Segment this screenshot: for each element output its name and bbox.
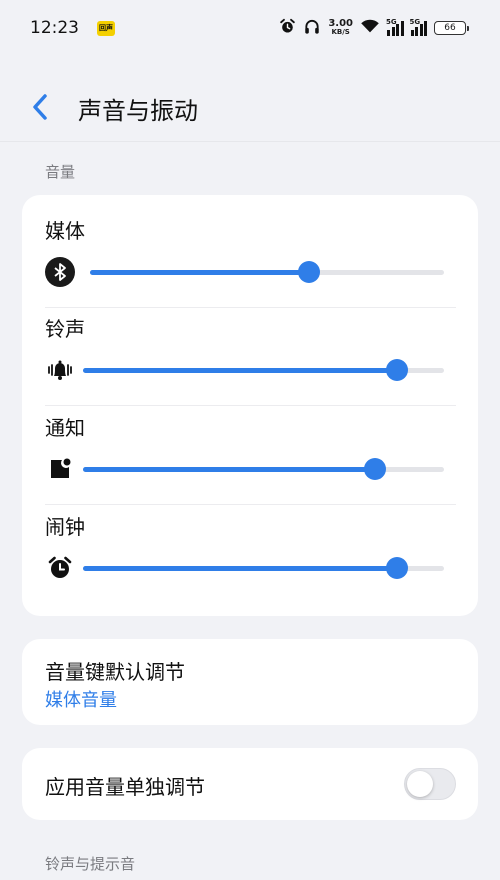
app-volume-toggle[interactable] [404,768,456,800]
volume-label: 闹钟 [45,515,85,539]
volume-label: 铃声 [45,317,85,341]
net-speed-unit: KB/S [331,28,350,36]
alarm-clock-icon[interactable] [45,553,75,583]
page-title: 声音与振动 [78,97,198,125]
signal-icon: 5G [409,18,427,36]
signal-tag: 5G [386,18,397,26]
net-speed: 3.00 KB/S [328,18,353,37]
app-volume-setting: 应用音量单独调节 [22,748,478,820]
status-icons: 3.00 KB/S 5G 5G 66 [279,16,469,40]
page-header: 声音与振动 [0,72,500,142]
volume-row-ringtone: 铃声 [22,293,478,392]
volume-row-notification: 通知 [22,392,478,491]
status-time: 12:23 [30,18,79,38]
section-label-ringtone: 铃声与提示音 [45,855,136,873]
notification-volume-slider[interactable] [83,458,444,480]
volume-label: 媒体 [45,219,85,243]
media-volume-slider[interactable] [90,261,444,283]
section-label-volume: 音量 [45,163,76,181]
volume-key-setting[interactable]: 音量键默认调节 媒体音量 [22,639,478,725]
slider-fill [90,269,310,275]
ringtone-volume-slider[interactable] [83,359,444,381]
bell-icon[interactable] [45,355,75,385]
toggle-knob [407,771,433,797]
slider-fill [83,466,376,472]
bluetooth-icon[interactable] [45,257,75,287]
slider-thumb[interactable] [386,359,409,381]
slider-thumb[interactable] [386,557,409,579]
volume-label: 通知 [45,416,85,440]
setting-title: 应用音量单独调节 [45,775,205,799]
slider-fill [83,367,398,373]
slider-thumb[interactable] [364,458,387,480]
slider-fill [83,565,398,571]
signal-tag: 5G [409,18,421,26]
alarm-icon [279,18,296,39]
chevron-left-icon [33,94,47,120]
net-speed-value: 3.00 [328,18,353,29]
slider-thumb[interactable] [298,261,321,283]
notification-icon[interactable] [45,454,75,484]
signal-icon: 5G [386,18,404,36]
setting-title: 音量键默认调节 [45,660,185,684]
back-button[interactable] [26,92,54,122]
volume-row-alarm: 闹钟 [22,491,478,590]
headphones-icon [303,18,321,39]
app-badge-icon: 回声 [97,20,115,36]
alarm-volume-slider[interactable] [83,557,444,579]
setting-value: 媒体音量 [45,690,117,711]
volume-row-media: 媒体 [22,195,478,294]
battery-icon: 66 [434,21,469,35]
wifi-icon [360,18,380,38]
volume-card: 媒体 铃声 通知 闹钟 [22,195,478,616]
